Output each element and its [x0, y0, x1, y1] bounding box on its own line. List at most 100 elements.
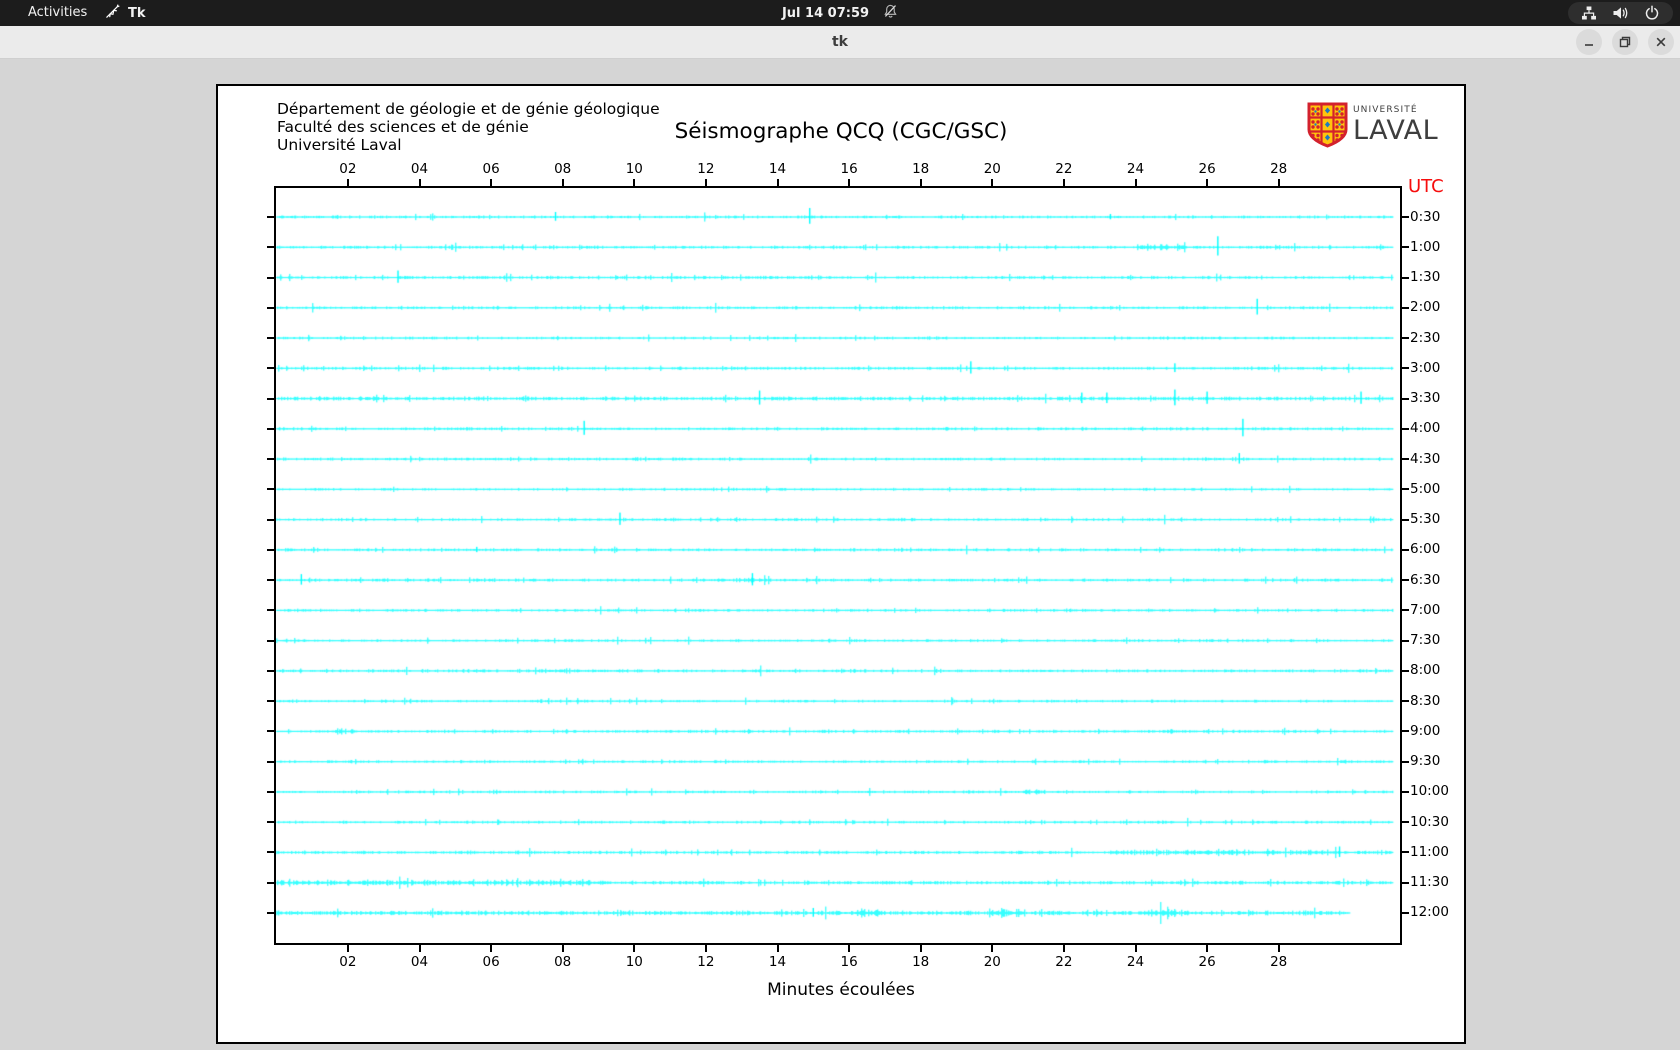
row-tick-left [267, 246, 274, 249]
row-tick-right [1402, 881, 1409, 884]
x-tick-bottom [1134, 945, 1137, 952]
row-time-label: 10:00 [1410, 783, 1449, 800]
x-tick-label-bottom: 12 [697, 954, 715, 970]
row-tick-right [1402, 427, 1409, 430]
row-time-label: 9:30 [1410, 753, 1441, 770]
activities-button[interactable]: Activities [16, 0, 99, 26]
row-time-label: 5:30 [1410, 511, 1441, 528]
x-tick-label-top: 14 [768, 161, 787, 177]
row-time-label: 6:00 [1410, 541, 1441, 558]
x-tick-top [848, 179, 851, 186]
row-tick-left [267, 700, 274, 703]
x-tick-label-bottom: 14 [768, 954, 787, 970]
row-tick-right [1402, 639, 1409, 642]
minimize-button[interactable] [1576, 29, 1602, 55]
row-tick-left [267, 276, 274, 279]
row-tick-right [1402, 306, 1409, 309]
x-tick-label-top: 20 [983, 161, 1001, 177]
x-tick-label-bottom: 10 [625, 954, 643, 970]
x-tick-top [418, 179, 421, 186]
row-tick-left [267, 579, 274, 582]
row-tick-left [267, 911, 274, 914]
x-tick-bottom [704, 945, 707, 952]
row-tick-right [1402, 488, 1409, 491]
top-bar: Activities Tk Jul 14 07:59 [0, 0, 1680, 26]
x-tick-label-top: 18 [912, 161, 930, 177]
x-tick-top [1277, 179, 1280, 186]
laval-shield-icon [1307, 102, 1348, 153]
row-tick-left [267, 306, 274, 309]
row-time-label: 8:30 [1410, 692, 1441, 709]
row-time-label: 6:30 [1410, 571, 1441, 588]
row-tick-left [267, 851, 274, 854]
row-tick-right [1402, 458, 1409, 461]
window-title: tk [831, 34, 848, 50]
page-title: Séismographe QCQ (CGC/GSC) [674, 119, 1008, 144]
row-tick-right [1402, 337, 1409, 340]
row-tick-left [267, 427, 274, 430]
row-tick-right [1402, 397, 1409, 400]
x-tick-top [346, 179, 349, 186]
x-tick-label-bottom: 04 [410, 954, 429, 970]
row-time-label: 0:30 [1410, 208, 1441, 225]
x-tick-top [1062, 179, 1065, 186]
x-tick-bottom [1277, 945, 1280, 952]
x-tick-label-top: 02 [339, 161, 357, 177]
x-tick-bottom [776, 945, 779, 952]
row-time-label: 10:30 [1410, 813, 1449, 830]
system-status-menu[interactable] [1568, 2, 1673, 24]
maximize-button[interactable] [1612, 29, 1638, 55]
institution-line: Département de géologie et de génie géol… [277, 100, 660, 118]
row-time-label: 3:00 [1410, 359, 1441, 376]
x-tick-label-bottom: 02 [339, 954, 357, 970]
x-tick-bottom [1206, 945, 1209, 952]
x-tick-label-bottom: 16 [840, 954, 858, 970]
x-tick-label-top: 16 [840, 161, 858, 177]
x-tick-bottom [848, 945, 851, 952]
x-tick-top [1134, 179, 1137, 186]
row-tick-left [267, 337, 274, 340]
row-tick-left [267, 518, 274, 521]
x-tick-bottom [346, 945, 349, 952]
universite-laval-logo: UNIVERSITÉ LAVAL [1307, 102, 1457, 154]
x-tick-label-bottom: 20 [983, 954, 1001, 970]
x-tick-top [919, 179, 922, 186]
x-tick-label-top: 26 [1198, 161, 1216, 177]
canvas-board: Département de géologie et de génie géol… [216, 84, 1466, 1044]
close-button[interactable] [1648, 29, 1674, 55]
row-tick-left [267, 548, 274, 551]
row-time-label: 5:00 [1410, 480, 1441, 497]
row-tick-left [267, 367, 274, 370]
seismogram-canvas [274, 186, 1402, 945]
row-tick-right [1402, 609, 1409, 612]
x-tick-bottom [1062, 945, 1065, 952]
x-tick-top [1206, 179, 1209, 186]
x-tick-bottom [991, 945, 994, 952]
row-time-label: 7:00 [1410, 601, 1441, 618]
focused-app-indicator[interactable]: Tk [104, 0, 146, 26]
x-tick-label-bottom: 24 [1126, 954, 1145, 970]
row-tick-right [1402, 851, 1409, 854]
bell-muted-icon [883, 3, 898, 23]
clock-menu[interactable]: Jul 14 07:59 [782, 0, 898, 26]
row-tick-left [267, 790, 274, 793]
x-tick-label-bottom: 22 [1055, 954, 1073, 970]
x-tick-bottom [633, 945, 636, 952]
row-time-label: 4:30 [1410, 450, 1441, 467]
x-tick-top [561, 179, 564, 186]
row-tick-left [267, 881, 274, 884]
x-tick-label-top: 24 [1126, 161, 1145, 177]
row-tick-left [267, 397, 274, 400]
x-tick-bottom [561, 945, 564, 952]
x-tick-top [633, 179, 636, 186]
row-tick-left [267, 821, 274, 824]
row-tick-right [1402, 790, 1409, 793]
tk-feather-icon [104, 3, 121, 24]
window-titlebar[interactable]: tk [0, 26, 1680, 59]
x-tick-bottom [490, 945, 493, 952]
row-time-label: 1:00 [1410, 238, 1441, 255]
row-tick-right [1402, 700, 1409, 703]
x-tick-label-bottom: 28 [1270, 954, 1288, 970]
row-time-label: 11:00 [1410, 843, 1449, 860]
row-time-label: 3:30 [1410, 390, 1441, 407]
